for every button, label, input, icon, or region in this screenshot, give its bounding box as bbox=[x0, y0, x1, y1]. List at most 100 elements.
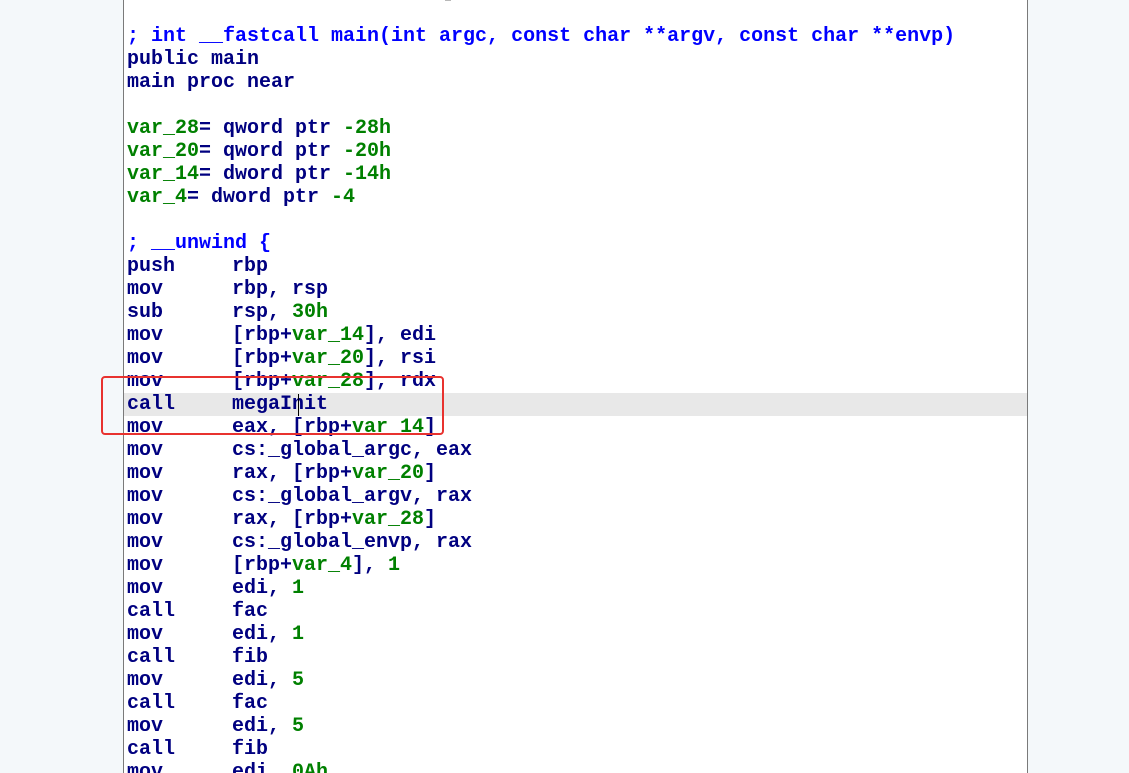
immediate-value: 1 bbox=[292, 623, 305, 646]
instruction-mnemonic: mov bbox=[127, 508, 164, 531]
instruction-operand-tail: ] bbox=[424, 462, 437, 485]
instruction-mnemonic: mov bbox=[127, 669, 164, 692]
unwind-comment: ; __unwind { bbox=[127, 232, 272, 255]
instruction-operand: rbp, rsp bbox=[232, 278, 329, 301]
instruction-operand: rsp, bbox=[232, 301, 293, 324]
public-symbol-name[interactable]: main bbox=[211, 48, 259, 71]
instruction-operand: edi, bbox=[232, 761, 293, 773]
instruction-mnemonic: mov bbox=[127, 623, 164, 646]
instruction-mnemonic: mov bbox=[127, 761, 164, 773]
instruction-mnemonic: mov bbox=[127, 462, 164, 485]
stack-var-line[interactable]: var_4= dword ptr -4 bbox=[127, 186, 355, 209]
instruction-operand: rax, [rbp+ bbox=[232, 462, 353, 485]
instruction-operand: edi, bbox=[232, 669, 293, 692]
instruction-line[interactable]: mov edi, 1 bbox=[127, 577, 304, 600]
ida-disassembly-view: ; int __fastcall main(int argc, const ch… bbox=[0, 0, 1129, 773]
proc-declaration-line[interactable]: main proc near bbox=[127, 71, 295, 94]
stack-var-name[interactable]: var_14 bbox=[127, 163, 199, 186]
instruction-line[interactable]: mov [rbp+var_20], rsi bbox=[127, 347, 436, 370]
instruction-line[interactable]: push rbp bbox=[127, 255, 268, 278]
operand-variable-ref[interactable]: var_28 bbox=[352, 508, 424, 531]
stack-var-type: = qword ptr bbox=[199, 117, 344, 140]
operand-variable-ref[interactable]: var_4 bbox=[292, 554, 352, 577]
instruction-operand-tail: ], edi bbox=[364, 324, 437, 347]
stack-var-line[interactable]: var_14= dword ptr -14h bbox=[127, 163, 391, 186]
instruction-line[interactable]: mov rbp, rsp bbox=[127, 278, 328, 301]
instruction-mnemonic: push bbox=[127, 255, 176, 278]
instruction-line[interactable]: mov rax, [rbp+var_20] bbox=[127, 462, 436, 485]
instruction-operand-tail: ], rsi bbox=[364, 347, 437, 370]
instruction-mnemonic: mov bbox=[127, 554, 164, 577]
instruction-line[interactable]: mov [rbp+var_4], 1 bbox=[127, 554, 400, 577]
instruction-operand-tail: ] bbox=[424, 508, 437, 531]
stack-var-type: = dword ptr bbox=[199, 163, 344, 186]
proc-name[interactable]: main bbox=[127, 71, 175, 94]
instruction-line[interactable]: mov edi, 1 bbox=[127, 623, 304, 646]
instruction-mnemonic: call bbox=[127, 600, 176, 623]
instruction-operand: [rbp+ bbox=[232, 324, 293, 347]
stack-var-name[interactable]: var_28 bbox=[127, 117, 199, 140]
instruction-line[interactable]: mov edi, 5 bbox=[127, 715, 304, 738]
operand-variable-ref[interactable]: var_20 bbox=[352, 462, 424, 485]
stack-var-offset: -20h bbox=[343, 140, 392, 163]
instruction-mnemonic: call bbox=[127, 692, 176, 715]
public-declaration-line[interactable]: public main bbox=[127, 48, 259, 71]
instruction-mnemonic: mov bbox=[127, 531, 164, 554]
stack-var-name[interactable]: var_20 bbox=[127, 140, 199, 163]
instruction-line[interactable]: call fac bbox=[127, 600, 268, 623]
stack-var-offset: -14h bbox=[343, 163, 392, 186]
instruction-line[interactable]: mov cs:_global_envp, rax bbox=[127, 531, 472, 554]
instruction-mnemonic: mov bbox=[127, 485, 164, 508]
proc-keyword: proc near bbox=[187, 71, 296, 94]
stack-var-offset: -4 bbox=[331, 186, 356, 209]
instruction-operand: rax, [rbp+ bbox=[232, 508, 353, 531]
incoming-edge-mark bbox=[445, 0, 451, 1]
instruction-line[interactable]: mov cs:_global_argv, rax bbox=[127, 485, 472, 508]
instruction-mnemonic: mov bbox=[127, 439, 164, 462]
instruction-line[interactable]: call fac bbox=[127, 692, 268, 715]
operand-variable-ref[interactable]: var_20 bbox=[292, 347, 364, 370]
call-target[interactable]: fib bbox=[232, 646, 268, 669]
instruction-mnemonic: call bbox=[127, 646, 176, 669]
instruction-operand: edi, bbox=[232, 623, 293, 646]
instruction-operand: [rbp+ bbox=[232, 347, 293, 370]
stack-var-type: = dword ptr bbox=[187, 186, 332, 209]
immediate-value: 0Ah bbox=[292, 761, 329, 773]
instruction-line[interactable]: mov edi, 0Ah bbox=[127, 761, 328, 773]
instruction-operand-tail: ], bbox=[352, 554, 389, 577]
instruction-line[interactable]: sub rsp, 30h bbox=[127, 301, 328, 324]
call-target[interactable]: fac bbox=[232, 692, 268, 715]
instruction-operand: cs:_global_envp, rax bbox=[232, 531, 473, 554]
instruction-mnemonic: mov bbox=[127, 715, 164, 738]
stack-var-line[interactable]: var_28= qword ptr -28h bbox=[127, 117, 391, 140]
instruction-mnemonic: mov bbox=[127, 347, 164, 370]
instruction-operand: edi, bbox=[232, 715, 293, 738]
instruction-line[interactable]: mov [rbp+var_14], edi bbox=[127, 324, 436, 347]
instruction-operand: rbp bbox=[232, 255, 269, 278]
instruction-operand: [rbp+ bbox=[232, 554, 293, 577]
instruction-line[interactable]: call fib bbox=[127, 738, 268, 761]
instruction-mnemonic: mov bbox=[127, 324, 164, 347]
immediate-value: 30h bbox=[292, 301, 329, 324]
instruction-mnemonic: sub bbox=[127, 301, 164, 324]
stack-var-name[interactable]: var_4 bbox=[127, 186, 187, 209]
instruction-line[interactable]: call fib bbox=[127, 646, 268, 669]
canvas-right-margin bbox=[1028, 0, 1129, 773]
public-keyword: public bbox=[127, 48, 200, 71]
immediate-value: 1 bbox=[388, 554, 401, 577]
stack-var-type: = qword ptr bbox=[199, 140, 344, 163]
instruction-mnemonic: call bbox=[127, 738, 176, 761]
immediate-value: 5 bbox=[292, 669, 305, 692]
operand-variable-ref[interactable]: var_14 bbox=[292, 324, 364, 347]
function-signature-comment: ; int __fastcall main(int argc, const ch… bbox=[127, 25, 956, 48]
stack-var-offset: -28h bbox=[343, 117, 392, 140]
instruction-line[interactable]: mov rax, [rbp+var_28] bbox=[127, 508, 436, 531]
call-target[interactable]: fib bbox=[232, 738, 268, 761]
instruction-operand: cs:_global_argv, rax bbox=[232, 485, 473, 508]
instruction-line[interactable]: mov cs:_global_argc, eax bbox=[127, 439, 472, 462]
instruction-line[interactable]: mov edi, 5 bbox=[127, 669, 304, 692]
call-target[interactable]: fac bbox=[232, 600, 268, 623]
highlight-annotation-box bbox=[101, 376, 444, 435]
instruction-mnemonic: mov bbox=[127, 278, 164, 301]
stack-var-line[interactable]: var_20= qword ptr -20h bbox=[127, 140, 391, 163]
